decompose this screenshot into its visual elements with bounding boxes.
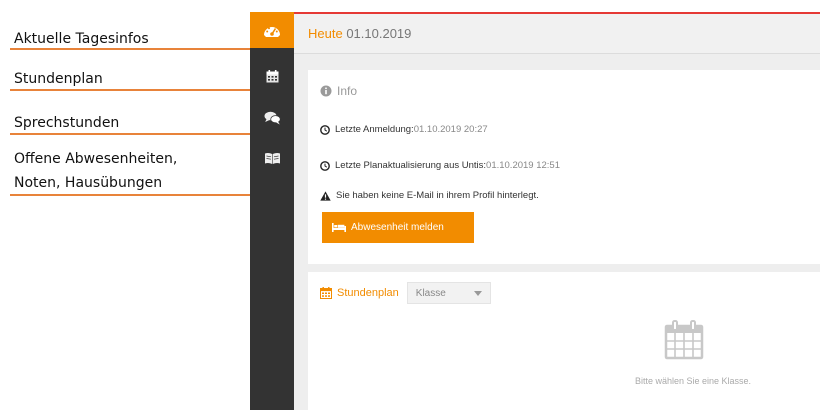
info-card: Info Letzte Anmeldung: 01.10.2019 20:27 … [308,70,820,264]
sidebar-item-daily-info[interactable] [250,12,294,48]
annotation-label-grades-homework: Noten, Hausübungen [14,175,163,191]
last-login-row: Letzte Anmeldung: 01.10.2019 20:27 [320,124,488,135]
sidebar-item-timetable[interactable] [250,58,294,94]
calendar-icon [266,69,278,82]
timetable-title: Stundenplan [337,287,399,299]
annotation-label-open-absences: Offene Abwesenheiten, [14,151,178,167]
timetable-card-header: Stundenplan Klasse [320,282,491,304]
last-update-row: Letzte Planaktualisierung aus Untis: 01.… [320,160,560,171]
info-card-header: Info [320,84,357,98]
sidebar-item-absences-grades[interactable] [250,140,294,176]
bed-icon [332,223,346,232]
page-title: Heute 01.10.2019 [308,26,411,41]
calendar-icon [320,287,332,299]
report-absence-label: Abwesenheit melden [351,222,444,233]
open-book-icon [264,152,280,164]
sidebar [250,12,294,410]
report-absence-button[interactable]: Abwesenheit melden [322,212,474,243]
annotation-label-timetable: Stundenplan [14,71,103,87]
clock-icon [320,124,330,135]
annotation-label-daily-info: Aktuelle Tagesinfos [14,31,149,47]
calendar-icon [664,320,704,360]
dashboard-icon [264,27,280,37]
info-circle-icon [320,85,332,97]
chevron-down-icon [473,290,482,296]
empty-state-text: Bitte wählen Sie eine Klasse. [634,376,752,386]
today-date: 01.10.2019 [346,26,412,41]
main-content: Heute 01.10.2019 Info Letzte Anmeldung: … [294,14,820,410]
missing-email-warning: Sie haben keine E-Mail in ihrem Profil h… [336,190,539,201]
class-select-value: Klasse [415,287,446,299]
annotation-line [10,89,268,91]
last-update-value: 01.10.2019 12:51 [486,160,560,171]
clock-icon [320,160,330,171]
last-update-label: Letzte Planaktualisierung aus Untis: [335,160,487,171]
last-login-value: 01.10.2019 20:27 [413,124,488,135]
annotation-line [10,48,268,50]
info-card-title: Info [337,84,358,98]
chat-bubbles-icon [264,111,281,125]
class-select[interactable]: Klasse [406,282,491,304]
warning-row: Sie haben keine E-Mail in ihrem Profil h… [320,190,539,201]
warning-triangle-icon [320,190,331,201]
today-label: Heute [308,26,343,41]
sidebar-item-consultation[interactable] [250,100,294,136]
timetable-card: Stundenplan Klasse Bitte wählen Sie eine… [308,272,820,410]
page-header: Heute 01.10.2019 [294,14,820,54]
annotation-line [10,133,268,135]
annotation-label-consultation: Sprechstunden [14,115,120,131]
annotation-line [10,194,268,196]
last-login-label: Letzte Anmeldung: [335,124,414,135]
